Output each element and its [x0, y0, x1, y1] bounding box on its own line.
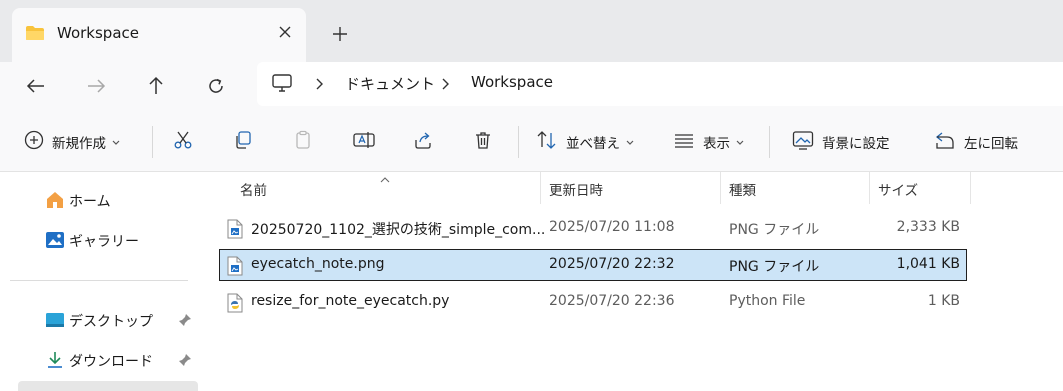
- download-icon: [45, 351, 65, 373]
- close-icon[interactable]: [276, 23, 294, 41]
- rename-button[interactable]: [353, 112, 375, 172]
- column-divider[interactable]: [970, 172, 971, 204]
- breadcrumb-documents[interactable]: ドキュメント: [345, 73, 435, 94]
- address-bar[interactable]: ドキュメント Workspace: [257, 62, 1063, 106]
- chevron-right-icon[interactable]: [314, 76, 324, 92]
- file-type: PNG ファイル: [729, 222, 820, 238]
- sidebar-item-downloads[interactable]: ダウンロード: [0, 342, 198, 378]
- sidebar-item-label: ギャラリー: [69, 234, 139, 250]
- cut-button[interactable]: [173, 112, 193, 172]
- sidebar-item-gallery[interactable]: ギャラリー: [0, 222, 198, 258]
- file-list: 名前 更新日時 種類 サイズ 20250720_1102_選択の技術_simpl…: [198, 172, 1063, 391]
- tab-workspace[interactable]: Workspace: [12, 8, 306, 62]
- column-header-modified[interactable]: 更新日時: [549, 179, 603, 199]
- view-list-icon: [673, 130, 695, 154]
- sidebar-item-label: ホーム: [69, 194, 111, 210]
- pin-icon[interactable]: [178, 313, 192, 331]
- file-name: eyecatch_note.png: [251, 256, 385, 272]
- file-size: 1,041 KB: [896, 256, 960, 272]
- file-size: 1 KB: [927, 293, 960, 309]
- sort-ascending-icon: [379, 172, 391, 183]
- trash-icon: [473, 130, 493, 154]
- column-header-size[interactable]: サイズ: [878, 179, 918, 199]
- command-bar: 新規作成 並べ替え 表示 背景に設定 左に回転: [0, 112, 1063, 172]
- table-row[interactable]: 20250720_1102_選択の技術_simple_com... 2025/0…: [219, 212, 967, 244]
- rotate-left-button[interactable]: 左に回転: [934, 112, 1018, 172]
- folder-icon: [25, 25, 45, 45]
- new-label: 新規作成: [52, 136, 106, 152]
- file-modified: 2025/07/20 22:32: [549, 256, 675, 272]
- set-background-label: 背景に設定: [822, 136, 890, 152]
- clipboard-icon: [293, 130, 313, 154]
- share-button[interactable]: [413, 112, 433, 172]
- arrow-left-icon[interactable]: [22, 72, 50, 100]
- png-file-icon: [227, 219, 243, 243]
- file-modified: 2025/07/20 11:08: [549, 219, 675, 235]
- sidebar-item-desktop[interactable]: デスクトップ: [0, 302, 198, 338]
- sidebar-item-label: ダウンロード: [69, 354, 153, 370]
- gallery-icon: [45, 231, 65, 253]
- view-button[interactable]: 表示: [673, 112, 744, 172]
- sort-button[interactable]: 並べ替え: [536, 112, 634, 172]
- chevron-down-icon: [626, 134, 634, 150]
- chevron-down-icon: [736, 134, 744, 150]
- column-header-type[interactable]: 種類: [729, 179, 756, 199]
- divider: [769, 126, 770, 158]
- tab-strip: Workspace: [0, 0, 1063, 62]
- python-file-icon: [227, 293, 243, 317]
- rename-icon: [353, 130, 375, 154]
- column-divider[interactable]: [869, 172, 870, 204]
- plus-icon[interactable]: [328, 22, 352, 46]
- arrow-right-icon[interactable]: [82, 72, 110, 100]
- rotate-left-label: 左に回転: [964, 136, 1018, 152]
- tab-title: Workspace: [57, 24, 139, 42]
- column-divider[interactable]: [720, 172, 721, 204]
- file-name: resize_for_note_eyecatch.py: [251, 293, 450, 309]
- copy-button[interactable]: [233, 112, 253, 172]
- home-icon: [45, 191, 65, 213]
- copy-icon: [233, 130, 253, 154]
- file-type: PNG ファイル: [729, 259, 820, 275]
- chevron-down-icon: [112, 134, 120, 150]
- file-size: 2,333 KB: [896, 219, 960, 235]
- paste-button[interactable]: [293, 112, 313, 172]
- rotate-left-icon: [934, 130, 956, 154]
- desktop-icon: [45, 311, 65, 333]
- png-file-icon: [227, 256, 243, 280]
- chevron-right-icon[interactable]: [440, 76, 450, 92]
- sidebar-item-partial[interactable]: [18, 381, 198, 391]
- file-name: 20250720_1102_選択の技術_simple_com...: [251, 222, 546, 238]
- sidebar-item-label: デスクトップ: [69, 314, 153, 330]
- sort-icon: [536, 130, 558, 154]
- file-modified: 2025/07/20 22:36: [549, 293, 675, 309]
- sidebar-item-home[interactable]: ホーム: [0, 182, 198, 218]
- divider: [152, 126, 153, 158]
- breadcrumb-workspace[interactable]: Workspace: [471, 73, 553, 91]
- divider: [518, 126, 519, 158]
- sidebar-divider: [10, 280, 188, 281]
- table-row[interactable]: resize_for_note_eyecatch.py 2025/07/20 2…: [219, 286, 967, 318]
- pin-icon[interactable]: [178, 353, 192, 371]
- sort-label: 並べ替え: [566, 136, 620, 152]
- new-button[interactable]: 新規作成: [24, 112, 120, 172]
- view-label: 表示: [703, 136, 730, 152]
- computer-icon: [271, 73, 293, 97]
- wallpaper-icon: [792, 130, 814, 154]
- delete-button[interactable]: [473, 112, 493, 172]
- column-header-name[interactable]: 名前: [240, 179, 267, 199]
- set-background-button[interactable]: 背景に設定: [792, 112, 890, 172]
- sidebar: ホーム ギャラリー デスクトップ ダウンロード: [0, 172, 198, 391]
- column-divider[interactable]: [540, 172, 541, 204]
- scissors-icon: [173, 130, 193, 154]
- arrow-up-icon[interactable]: [142, 72, 170, 100]
- share-icon: [413, 130, 433, 154]
- file-type: Python File: [729, 293, 806, 309]
- table-row-selected[interactable]: eyecatch_note.png 2025/07/20 22:32 PNG フ…: [219, 249, 967, 281]
- refresh-icon[interactable]: [202, 72, 230, 100]
- add-circle-icon: [24, 130, 44, 154]
- navigation-bar: ドキュメント Workspace: [0, 62, 1063, 112]
